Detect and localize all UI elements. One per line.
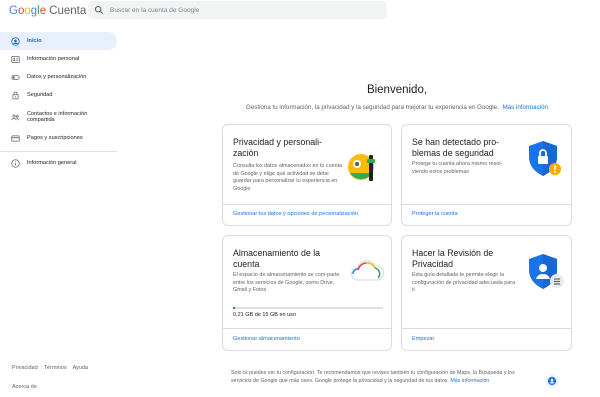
- notice-learn-more-link[interactable]: Más información: [450, 378, 489, 384]
- home-icon: [11, 36, 20, 46]
- sidebar-item-informacion-general[interactable]: Información general: [0, 154, 117, 172]
- card-description: El espacio de almacenamiento se com-part…: [233, 272, 340, 293]
- manage-data-link[interactable]: Gestionar tus datos y opciones de person…: [233, 211, 358, 217]
- about-link[interactable]: Acerca de: [12, 384, 37, 390]
- security-card: Se han detectado pro-blemas de seguridad…: [401, 124, 572, 226]
- sidebar-item-label: Datos y personalización: [27, 73, 87, 80]
- account-shield-icon: [545, 374, 559, 388]
- cloud-storage-icon: [350, 260, 385, 281]
- sidebar-item-label: Pagos y suscripciones: [27, 134, 83, 141]
- card-separator: [402, 328, 571, 329]
- sidebar-item-label: Contactos e información compartida: [27, 110, 88, 124]
- manage-storage-link[interactable]: Gestionar almacenamiento: [233, 336, 300, 342]
- people-icon: [11, 113, 20, 122]
- storage-usage-text: 0,21 GB de 15 GB en uso: [233, 312, 296, 318]
- sidebar-item-label: Seguridad: [27, 91, 53, 98]
- welcome-subtitle: Gestiona tu información, la privacidad y…: [222, 104, 572, 111]
- sidebar-item-label: Información general: [27, 159, 77, 166]
- sidebar-item-datos-personalizacion[interactable]: Datos y personalización: [0, 68, 117, 86]
- card-separator: [402, 204, 571, 205]
- credit-card-icon: [11, 134, 20, 143]
- learn-more-link[interactable]: Más información: [503, 104, 548, 111]
- card-description: Protege tu cuenta ahora mismo resol-vien…: [412, 161, 503, 175]
- product-name: Cuenta: [49, 5, 87, 17]
- lock-icon: [11, 91, 20, 100]
- card-separator: [223, 328, 391, 329]
- privacy-review-shield-icon: [529, 254, 564, 289]
- sidebar-item-pagos[interactable]: Pagos y suscripciones: [0, 129, 117, 147]
- logo-letter: G: [9, 5, 18, 17]
- card-title: Hacer la Revisión de Privacidad: [412, 248, 494, 269]
- privacy-review-card: Hacer la Revisión de Privacidad Esta guí…: [401, 235, 572, 351]
- toggle-icon: [11, 73, 20, 82]
- search-icon: [94, 5, 104, 15]
- card-title: Se han detectado pro-blemas de seguridad: [412, 137, 500, 158]
- google-account-logo[interactable]: Google Cuenta: [9, 5, 86, 17]
- terms-link[interactable]: Términos: [44, 365, 67, 371]
- sidebar-item-label: Información personal: [27, 55, 80, 62]
- sidebar-item-seguridad[interactable]: Seguridad: [0, 86, 117, 104]
- storage-usage-bar: [233, 307, 383, 309]
- storage-card: Almacenamiento de la cuenta El espacio d…: [222, 235, 392, 351]
- logo-letter: e: [39, 5, 47, 17]
- footer-links: Privacidad Términos Ayuda: [12, 365, 88, 371]
- card-description: Consulta los datos almacenados en tu cue…: [233, 163, 343, 192]
- info-icon: [11, 158, 20, 168]
- search-input[interactable]: [110, 3, 370, 17]
- storage-usage-fill: [233, 307, 236, 309]
- protect-account-link[interactable]: Proteger la cuenta: [412, 211, 458, 217]
- privacy-card: Privacidad y personali-zación Consulta l…: [222, 124, 392, 226]
- start-review-link[interactable]: Empezar: [412, 336, 434, 342]
- help-link[interactable]: Ayuda: [73, 365, 89, 371]
- subtitle-text: Gestiona tu información, la privacidad y…: [246, 104, 499, 111]
- security-shield-icon: [529, 141, 561, 176]
- sidebar-divider: [0, 151, 117, 152]
- privacy-link[interactable]: Privacidad: [12, 365, 38, 371]
- privacy-notice: Solo tú puedes ver tu configuración. Te …: [231, 369, 531, 385]
- card-title: Almacenamiento de la cuenta: [233, 248, 321, 269]
- card-separator: [223, 204, 391, 205]
- card-title: Privacidad y personali-zación: [233, 137, 322, 158]
- id-card-icon: [11, 55, 20, 64]
- search-box[interactable]: [88, 1, 387, 19]
- privacy-illustration-icon: [348, 154, 375, 181]
- sidebar-item-contactos[interactable]: Contactos e información compartida: [0, 106, 117, 128]
- welcome-heading: Bienvenido,: [366, 84, 428, 96]
- card-description: Esta guía detallada te permite elegir la…: [412, 272, 516, 293]
- top-bar: Google Cuenta: [0, 0, 600, 24]
- sidebar-item-informacion-personal[interactable]: Información personal: [0, 50, 117, 68]
- sidebar-item-inicio[interactable]: Inicio: [0, 32, 117, 50]
- sidebar-item-label: Inicio: [27, 37, 42, 44]
